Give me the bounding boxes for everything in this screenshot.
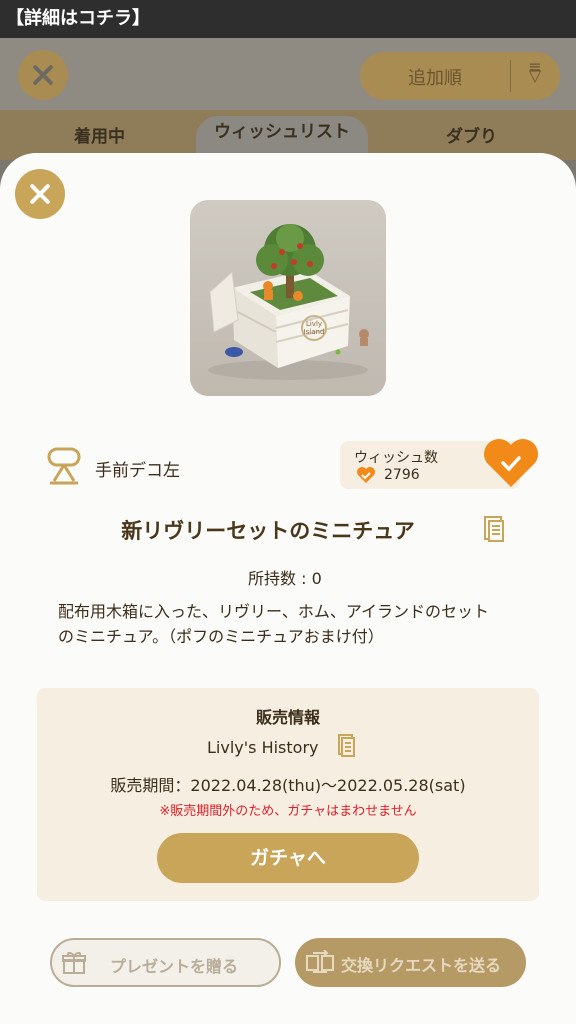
close-button[interactable] xyxy=(15,169,65,219)
trade-request-button[interactable]: 交換リクエストを送る xyxy=(295,938,526,987)
item-detail-sheet: Livly Island 手前デコ左 ウィッシュ数 2796 新リヴリーセットの… xyxy=(0,153,576,1024)
sale-collection-name: Livly's History xyxy=(207,738,319,757)
item-description: 配布用木箱に入った、リヴリー、ホム、アイランドのセットのミニチュア。（ポフのミニ… xyxy=(58,602,490,646)
document-icon[interactable] xyxy=(338,734,356,758)
sort-divider xyxy=(510,60,511,92)
send-present-button[interactable]: プレゼントを贈る xyxy=(50,938,281,987)
owned-count: 所持数 : 0 xyxy=(248,569,322,588)
svg-text:Livly: Livly xyxy=(306,320,322,328)
sort-order-icon: ≡ ▽ xyxy=(528,57,542,85)
gift-icon xyxy=(62,951,86,975)
decoration-slot-label: 手前デコ左 xyxy=(95,461,180,481)
item-image: Livly Island xyxy=(190,200,386,396)
sale-period: 販売期間：2022.04.28(thu)～2022.05.28(sat) xyxy=(110,776,466,795)
sort-label: 追加順 xyxy=(408,68,462,89)
wish-count-value: 2796 xyxy=(384,467,420,483)
decoration-slot-icon xyxy=(46,447,82,487)
trade-request-label: 交換リクエストを送る xyxy=(341,956,502,975)
send-present-label: プレゼントを贈る xyxy=(110,957,239,976)
gacha-button[interactable]: ガチャへ xyxy=(157,833,419,883)
banner-link[interactable]: 【詳細はコチラ】 xyxy=(0,0,576,38)
svg-text:Island: Island xyxy=(304,328,325,336)
wishlist-heart-toggle[interactable] xyxy=(482,437,540,489)
sale-info-heading: 販売情報 xyxy=(255,708,320,727)
sale-info-panel: 販売情報 Livly's History 販売期間：2022.04.28(thu… xyxy=(37,688,539,901)
trade-icon xyxy=(305,949,335,974)
tab-duplicates: ダブり xyxy=(446,127,497,147)
document-icon[interactable] xyxy=(483,515,505,543)
wish-count-label: ウィッシュ数 xyxy=(354,450,438,466)
sort-button: 追加順 ≡ ▽ xyxy=(360,52,560,100)
background-header: 追加順 ≡ ▽ xyxy=(0,38,576,110)
background-close-button xyxy=(18,50,68,100)
tab-wearing: 着用中 xyxy=(74,127,125,147)
sale-warning: ※販売期間外のため、ガチャはまわせません xyxy=(159,804,417,819)
heart-check-icon xyxy=(356,466,376,484)
